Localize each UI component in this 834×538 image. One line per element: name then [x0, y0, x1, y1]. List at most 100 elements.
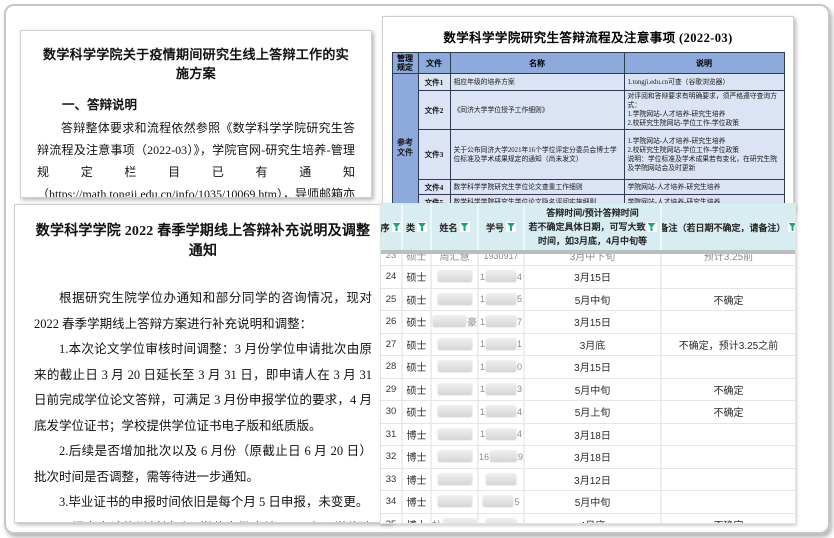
process-table-row: 文件4数学科学学院研究生学位论文查重工作细则学院网站-人才培养-研究生培养: [392, 180, 784, 195]
cell-degree: 硕士: [401, 334, 430, 356]
sid-visible-part: 4: [517, 272, 522, 282]
sid-text: 1930917: [483, 254, 518, 261]
cell-note: 不确定: [660, 514, 795, 525]
cell-student-id: 15: [477, 289, 523, 311]
cell-note: [660, 446, 795, 468]
cell-defense-time: 4月底: [523, 514, 660, 525]
cell-note: [660, 356, 795, 378]
filter-icon[interactable]: [788, 222, 795, 232]
sid-visible-part: 16: [479, 452, 489, 462]
process-file-cell: 文件2: [418, 91, 450, 130]
name-visible-part: 杜: [432, 517, 442, 524]
sheet-row: 28硕士103月15日: [381, 356, 795, 379]
sheet-row: 35博士杜4月底不确定: [381, 514, 795, 525]
cell-student-id: 14: [477, 401, 523, 423]
cell-name: [430, 356, 477, 378]
process-header-name: 名称: [450, 53, 624, 74]
redaction-blur: [438, 496, 472, 507]
sheet-row: 30硕士145月上旬不确定: [381, 401, 795, 424]
cell-student-id: [477, 514, 523, 525]
sheet-row: 25硕士155月中旬不确定: [381, 289, 795, 312]
cell-note: [660, 491, 795, 513]
cell-row-number: 24: [381, 266, 401, 288]
redaction-blur: [438, 361, 472, 372]
plan-document-panel: 数学科学学院关于疫情期间研究生线上答辩工作的实施方案 一、答辩说明 答辩整体要求…: [20, 30, 372, 198]
cell-defense-time: 5月中旬: [523, 379, 660, 401]
cell-row-number: 26: [381, 311, 401, 333]
cell-student-id: 17: [477, 311, 523, 333]
sheet-row: 24硕士143月15日: [381, 266, 795, 289]
sheet-header-sublabel-text: 若不确定具体日期，可写大致: [528, 221, 645, 233]
sid-visible-part: 5: [517, 294, 522, 304]
cell-student-id: 169: [477, 446, 523, 468]
cell-degree: 硕士: [401, 266, 430, 288]
process-desc-cell: 1.tongji.edu.cn可查（谷歌浏览器）: [624, 74, 784, 91]
sid-visible-part: 7: [517, 317, 522, 327]
sheet-row: 23硕士周汇慧19309173月中下旬预计3.25前: [381, 254, 795, 266]
filter-icon[interactable]: [417, 222, 427, 232]
sheet-header-note: 备注（若日期不确定，请备注）: [660, 204, 795, 250]
filter-funnel-glyph: [507, 223, 515, 231]
sheet-header-time: 答辩时间/预计答辩时间若不确定具体日期，可写大致时间，如3月底，4月中旬等: [523, 204, 660, 250]
cell-name: [430, 424, 477, 446]
cell-note: 不确定，预计3.25之前: [660, 334, 795, 356]
cell-degree: 博士: [401, 491, 430, 513]
cell-name: [430, 469, 477, 491]
notice-paragraph: 4. 提交申请答辩材料时，学位审批表填写至“六、学位论文评阅: [34, 516, 372, 524]
cell-student-id: 1930917: [477, 254, 523, 266]
cell-name: [430, 379, 477, 401]
redaction-blur: [438, 384, 472, 395]
sid-visible-part: 4: [517, 407, 522, 417]
cell-row-number: 33: [381, 469, 401, 491]
sid-visible-part: 1: [480, 429, 485, 439]
redaction-blur: [438, 474, 472, 485]
process-document-panel: 数学科学学院研究生答辩流程及注意事项 (2022-03) 管理规定文件名称说明参…: [382, 16, 794, 212]
cell-degree: 硕士: [401, 254, 430, 266]
filter-icon[interactable]: [647, 222, 657, 232]
name-text: 周汇慧: [440, 254, 470, 263]
redaction-blur: [438, 451, 472, 462]
sheet-header-label: 备注（若日期不确定，请备注）: [660, 221, 786, 234]
sid-visible-part: 1: [480, 407, 485, 417]
cell-defense-time: 3月中下旬: [523, 254, 660, 266]
cell-name: 豪: [430, 311, 477, 333]
cell-student-id: 13: [477, 379, 523, 401]
process-name-cell: 关于公布同济大学2021年16个学位评定分委员会博士学位标准及学术成果规定的通知…: [450, 130, 624, 180]
cell-row-number: 30: [381, 401, 401, 423]
filter-icon[interactable]: [460, 222, 470, 232]
sid-visible-part: 1: [480, 384, 485, 394]
sheet-body: 23硕士周汇慧19309173月中下旬预计3.25前24硕士143月15日25硕…: [381, 254, 795, 524]
cell-defense-time: 5月中旬: [523, 289, 660, 311]
cell-row-number: 32: [381, 446, 401, 468]
cell-student-id: 11: [477, 334, 523, 356]
filter-funnel-glyph: [789, 223, 795, 231]
plan-doc-heading-1: 一、答辩说明: [37, 94, 355, 113]
process-header-group: 管理规定: [392, 53, 418, 74]
sheet-row: 27硕士113月底不确定，预计3.25之前: [381, 334, 795, 357]
schedule-spreadsheet-panel: 序类姓名学号答辩时间/预计答辩时间若不确定具体日期，可写大致时间，如3月底，4月…: [380, 203, 796, 524]
sheet-row: 32博士1693月18日: [381, 446, 795, 469]
cell-row-number: 25: [381, 289, 401, 311]
redaction-blur: [486, 361, 516, 372]
filter-icon[interactable]: [506, 222, 516, 232]
notice-paragraph: 3.毕业证书的申报时间依旧是每个月 5 日申报，未变更。: [34, 490, 372, 516]
cell-degree: 硕士: [401, 401, 430, 423]
notice-paragraph: 1.本次论文学位审核时间调整：3 月份学位申请批次由原来的截止日 3 月 20 …: [34, 337, 372, 439]
sid-visible-part: 1: [480, 272, 485, 282]
filter-funnel-glyph: [461, 223, 469, 231]
redaction-blur: [486, 339, 516, 350]
cell-note: 不确定: [660, 379, 795, 401]
filter-icon[interactable]: [392, 222, 401, 232]
redaction-blur: [443, 519, 476, 524]
cell-defense-time: 3月12日: [523, 469, 660, 491]
sheet-header-label: 序: [381, 221, 390, 234]
process-file-cell: 文件4: [418, 180, 450, 195]
process-header-desc: 说明: [624, 53, 784, 74]
redaction-blur: [486, 474, 516, 485]
sheet-header-no: 序: [381, 204, 401, 250]
cell-defense-time: 3月18日: [523, 446, 660, 468]
plan-doc-title: 数学科学学院关于疫情期间研究生线上答辩工作的实施方案: [37, 44, 355, 82]
sheet-row: 34博士55月中旬: [381, 491, 795, 514]
redaction-blur: [438, 339, 472, 350]
cell-student-id: 14: [477, 266, 523, 288]
